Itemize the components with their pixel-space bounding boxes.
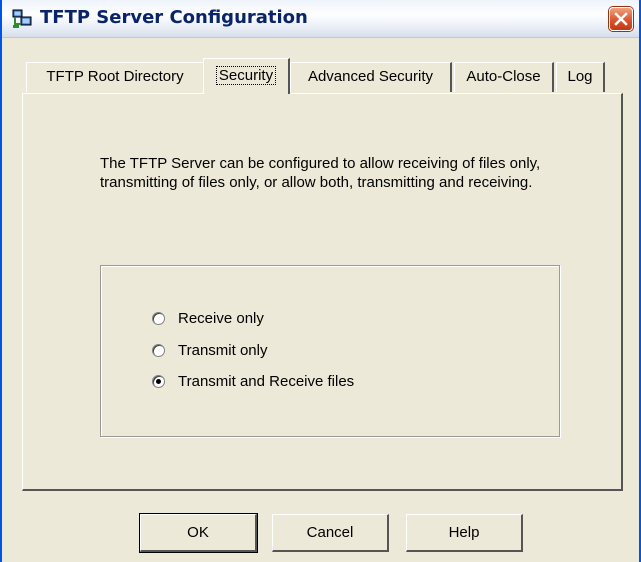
radio-transmit-only[interactable]: Transmit only [152, 338, 267, 362]
tab-label: Auto-Close [466, 68, 541, 85]
radio-button[interactable] [152, 374, 165, 388]
window-title: TFTP Server Configuration [40, 7, 308, 28]
radio-transmit-and-receive[interactable]: Transmit and Receive files [152, 369, 354, 393]
close-button[interactable] [609, 7, 633, 31]
tab-security[interactable]: Security [203, 58, 290, 94]
tab-auto-close[interactable]: Auto-Close [454, 62, 554, 92]
radio-label: Transmit only [178, 341, 268, 359]
radio-button[interactable] [152, 311, 165, 325]
radio-label: Receive only [178, 309, 264, 327]
tab-label: TFTP Root Directory [46, 68, 184, 85]
dialog-window: TFTP Server Configuration TFTP Root Dire… [0, 0, 641, 562]
ok-button[interactable]: OK [140, 514, 257, 552]
help-button[interactable]: Help [406, 514, 523, 552]
radio-receive-only[interactable]: Receive only [152, 306, 264, 330]
tab-label: Advanced Security [307, 68, 434, 85]
radio-label: Transmit and Receive files [178, 372, 355, 390]
tab-label: Log [567, 68, 593, 85]
radio-button[interactable] [152, 343, 165, 357]
tab-tftp-root-directory[interactable]: TFTP Root Directory [26, 62, 205, 92]
network-computers-icon [12, 9, 32, 29]
security-description: The TFTP Server can be configured to all… [100, 155, 541, 191]
tab-log[interactable]: Log [556, 62, 605, 92]
cancel-button[interactable]: Cancel [272, 514, 389, 552]
tab-label: Security [215, 66, 277, 85]
tab-advanced-security[interactable]: Advanced Security [290, 62, 452, 92]
title-bar[interactable]: TFTP Server Configuration [2, 0, 639, 38]
